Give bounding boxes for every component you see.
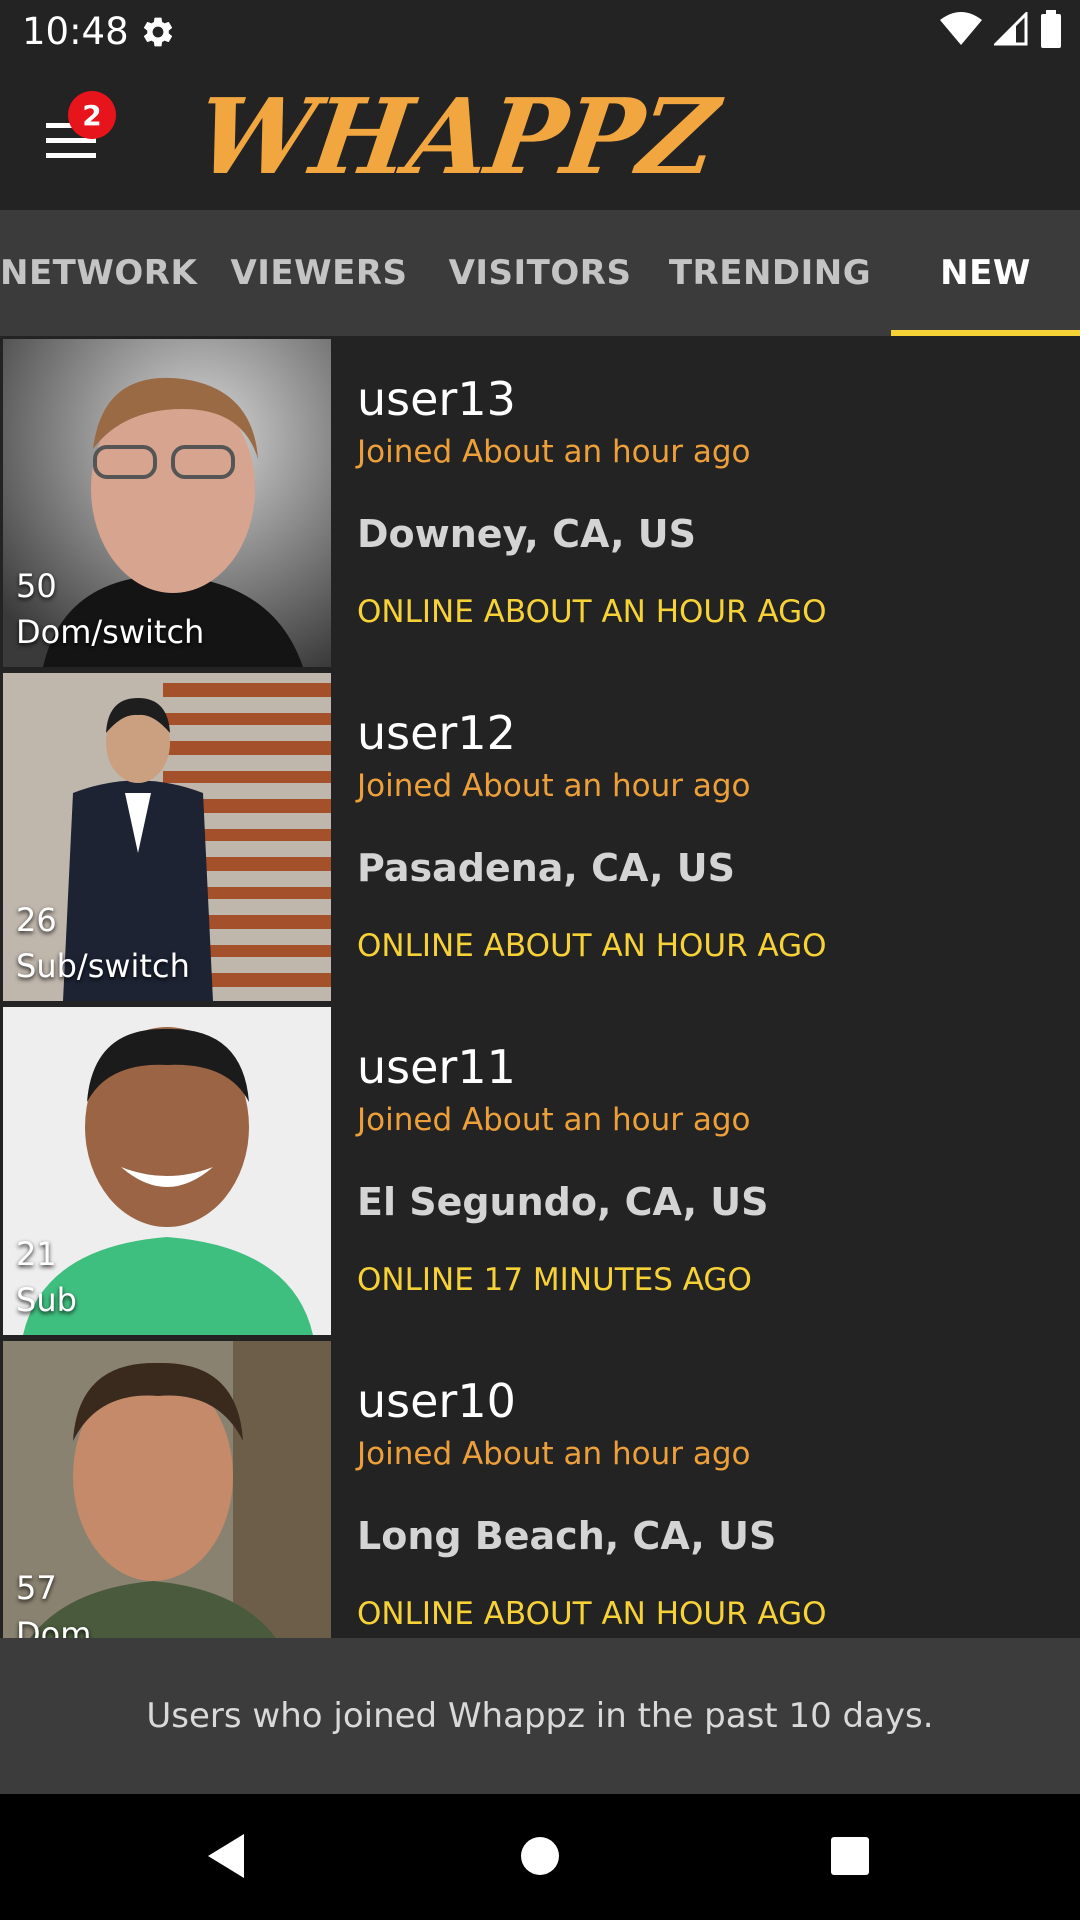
user-age: 57 <box>16 1569 57 1607</box>
footer-info: Users who joined Whappz in the past 10 d… <box>0 1638 1080 1794</box>
joined-text: Joined About an hour ago <box>357 1102 751 1138</box>
back-icon <box>204 1832 248 1885</box>
user-list-item[interactable]: 50 Dom/switch user13 Joined About an hou… <box>0 336 1080 670</box>
username: user13 <box>357 372 516 426</box>
notification-badge: 2 <box>68 91 116 139</box>
battery-icon <box>1040 9 1062 53</box>
user-list-item[interactable]: 26 Sub/switch user12 Joined About an hou… <box>0 670 1080 1004</box>
joined-text: Joined About an hour ago <box>357 1436 751 1472</box>
user-age: 21 <box>16 1235 57 1273</box>
username: user11 <box>357 1040 516 1094</box>
user-photo[interactable]: 26 Sub/switch <box>3 673 331 1001</box>
user-age: 50 <box>16 567 57 605</box>
tab-network[interactable]: NETWORK <box>0 210 197 336</box>
joined-text: Joined About an hour ago <box>357 768 751 804</box>
home-button[interactable] <box>500 1818 580 1898</box>
username: user12 <box>357 706 516 760</box>
status-icons <box>940 9 1062 53</box>
joined-text: Joined About an hour ago <box>357 434 751 470</box>
user-list-item[interactable]: 21 Sub user11 Joined About an hour ago E… <box>0 1004 1080 1338</box>
user-role: Dom <box>16 1615 92 1638</box>
online-status: ONLINE 17 MINUTES AGO <box>357 1262 752 1298</box>
online-status: ONLINE ABOUT AN HOUR AGO <box>357 1596 827 1632</box>
online-status: ONLINE ABOUT AN HOUR AGO <box>357 928 827 964</box>
recents-icon <box>829 1835 871 1882</box>
location-text: Long Beach, CA, US <box>357 1514 777 1558</box>
gear-icon <box>140 14 176 50</box>
location-text: Pasadena, CA, US <box>357 846 735 890</box>
status-bar: 10:48 <box>0 0 1080 63</box>
user-list[interactable]: 50 Dom/switch user13 Joined About an hou… <box>0 336 1080 1638</box>
signal-icon <box>992 9 1028 51</box>
app-logo: WHAPPZ <box>189 75 723 198</box>
user-role: Sub <box>16 1281 77 1319</box>
tab-trending[interactable]: TRENDING <box>669 210 871 336</box>
user-role: Sub/switch <box>16 947 190 985</box>
user-photo[interactable]: 21 Sub <box>3 1007 331 1335</box>
username: user10 <box>357 1374 516 1428</box>
recents-button[interactable] <box>810 1818 890 1898</box>
online-status: ONLINE ABOUT AN HOUR AGO <box>357 594 827 630</box>
status-time: 10:48 <box>22 10 129 53</box>
user-role: Dom/switch <box>16 613 205 651</box>
tab-viewers[interactable]: VIEWERS <box>226 210 412 336</box>
app-bar: 2 WHAPPZ <box>0 63 1080 210</box>
user-photo[interactable]: 50 Dom/switch <box>3 339 331 667</box>
tab-visitors[interactable]: VISITORS <box>446 210 634 336</box>
tab-new[interactable]: NEW <box>891 210 1080 336</box>
home-icon <box>519 1835 561 1882</box>
user-list-item[interactable]: 57 Dom user10 Joined About an hour ago L… <box>0 1338 1080 1638</box>
user-age: 26 <box>16 901 57 939</box>
location-text: Downey, CA, US <box>357 512 696 556</box>
system-nav-bar <box>0 1794 1080 1920</box>
tab-bar: NETWORK VIEWERS VISITORS TRENDING NEW <box>0 210 1080 336</box>
user-photo[interactable]: 57 Dom <box>3 1341 331 1638</box>
location-text: El Segundo, CA, US <box>357 1180 769 1224</box>
wifi-icon <box>940 11 982 51</box>
back-button[interactable] <box>186 1818 266 1898</box>
